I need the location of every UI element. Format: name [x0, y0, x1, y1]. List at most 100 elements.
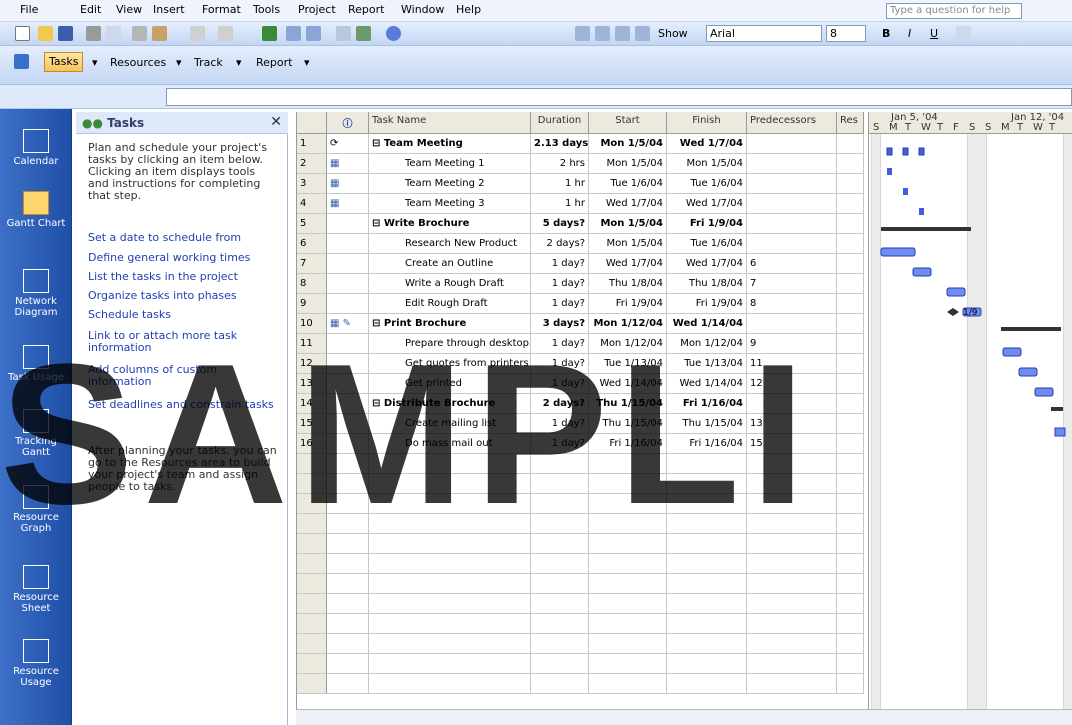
finish-cell[interactable]: Mon 1/5/04 [667, 154, 747, 174]
resource-cell[interactable] [837, 354, 864, 374]
indicator-cell[interactable] [327, 594, 369, 614]
predecessors-cell[interactable] [747, 494, 837, 514]
indicator-cell[interactable] [327, 574, 369, 594]
finish-cell[interactable]: Tue 1/6/04 [667, 174, 747, 194]
predecessors-cell[interactable] [747, 514, 837, 534]
indicator-cell[interactable] [327, 634, 369, 654]
finish-cell[interactable] [667, 634, 747, 654]
resource-cell[interactable] [837, 554, 864, 574]
duration-cell[interactable] [531, 514, 589, 534]
row-number[interactable] [297, 634, 327, 654]
predecessors-cell[interactable] [747, 554, 837, 574]
finish-header[interactable]: Finish [667, 112, 747, 134]
start-cell[interactable]: Fri 1/9/04 [589, 294, 667, 314]
duration-cell[interactable] [531, 654, 589, 674]
indicator-cell[interactable] [327, 254, 369, 274]
redo-icon[interactable] [218, 26, 233, 41]
task-name-cell[interactable] [369, 574, 531, 594]
duration-cell[interactable] [531, 554, 589, 574]
row-number[interactable]: 11 [297, 334, 327, 354]
duration-cell[interactable] [531, 614, 589, 634]
predecessors-cell[interactable]: 7 [747, 274, 837, 294]
indicator-cell[interactable] [327, 234, 369, 254]
menu-tools[interactable]: Tools [253, 3, 280, 16]
nav-arrows-icon[interactable]: ●● [82, 116, 103, 130]
row-number[interactable] [297, 494, 327, 514]
indicator-cell[interactable]: ▦ [327, 174, 369, 194]
predecessors-cell[interactable] [747, 574, 837, 594]
dropdown-arrow-icon[interactable]: ▾ [176, 56, 182, 69]
finish-cell[interactable] [667, 574, 747, 594]
view-network-diagram[interactable]: Network Diagram [0, 269, 72, 318]
task-name-cell[interactable]: ⊟ Print Brochure [369, 314, 531, 334]
collapse-icon[interactable]: ⊟ [372, 318, 384, 329]
task-name-cell[interactable]: Research New Product [369, 234, 531, 254]
start-cell[interactable]: Fri 1/16/04 [589, 434, 667, 454]
duration-header[interactable]: Duration [531, 112, 589, 134]
duration-cell[interactable] [531, 494, 589, 514]
start-cell[interactable]: Mon 1/5/04 [589, 234, 667, 254]
start-cell[interactable] [589, 534, 667, 554]
open-icon[interactable] [38, 26, 53, 41]
duration-cell[interactable]: 2 days? [531, 234, 589, 254]
predecessors-cell[interactable]: 13 [747, 414, 837, 434]
indicator-cell[interactable]: ▦ ✎ [327, 314, 369, 334]
task-name-cell[interactable] [369, 494, 531, 514]
link-list-tasks[interactable]: List the tasks in the project [88, 271, 278, 283]
resource-cell[interactable] [837, 434, 864, 454]
indicator-cell[interactable] [327, 654, 369, 674]
task-name-cell[interactable] [369, 654, 531, 674]
finish-cell[interactable]: Wed 1/14/04 [667, 314, 747, 334]
indicator-cell[interactable] [327, 674, 369, 694]
task-name-cell[interactable]: Team Meeting 3 [369, 194, 531, 214]
indicator-cell[interactable]: ⟳ [327, 134, 369, 154]
task-name-cell[interactable]: Create mailing list [369, 414, 531, 434]
indicator-cell[interactable] [327, 434, 369, 454]
dropdown-arrow-icon[interactable]: ▾ [92, 56, 98, 69]
resource-cell[interactable] [837, 274, 864, 294]
collapse-icon[interactable] [635, 26, 650, 41]
duration-cell[interactable]: 5 days? [531, 214, 589, 234]
finish-cell[interactable] [667, 614, 747, 634]
row-number[interactable] [297, 534, 327, 554]
duration-cell[interactable]: 2 days? [531, 394, 589, 414]
resource-cell[interactable] [837, 254, 864, 274]
start-cell[interactable] [589, 514, 667, 534]
predecessors-cell[interactable] [747, 634, 837, 654]
start-cell[interactable]: Thu 1/8/04 [589, 274, 667, 294]
start-cell[interactable]: Mon 1/12/04 [589, 334, 667, 354]
predecessors-header[interactable]: Predecessors [747, 112, 837, 134]
italic-button[interactable]: I [908, 27, 911, 40]
finish-cell[interactable]: Tue 1/13/04 [667, 354, 747, 374]
indicators-header[interactable]: ⓘ [327, 112, 369, 134]
start-cell[interactable]: Mon 1/5/04 [589, 214, 667, 234]
finish-cell[interactable]: Mon 1/12/04 [667, 334, 747, 354]
task-name-cell[interactable] [369, 594, 531, 614]
select-all-corner[interactable] [297, 112, 327, 134]
duration-cell[interactable] [531, 534, 589, 554]
predecessors-cell[interactable] [747, 154, 837, 174]
duration-cell[interactable]: 1 day? [531, 434, 589, 454]
row-number[interactable] [297, 454, 327, 474]
resources-guide-button[interactable]: Resources [110, 56, 166, 69]
indicator-cell[interactable] [327, 274, 369, 294]
predecessors-cell[interactable] [747, 674, 837, 694]
indicator-cell[interactable] [327, 294, 369, 314]
print-icon[interactable] [86, 26, 101, 41]
row-number[interactable] [297, 594, 327, 614]
link-organize-phases[interactable]: Organize tasks into phases [88, 290, 278, 302]
duration-cell[interactable] [531, 454, 589, 474]
task-name-cell[interactable]: ⊟ Team Meeting [369, 134, 531, 154]
resource-cell[interactable] [837, 534, 864, 554]
resource-cell[interactable] [837, 314, 864, 334]
start-cell[interactable]: Tue 1/6/04 [589, 174, 667, 194]
task-name-cell[interactable]: ⊟ Distribute Brochure [369, 394, 531, 414]
view-gantt-chart[interactable]: Gantt Chart [0, 191, 72, 229]
task-info-icon[interactable] [336, 26, 351, 41]
start-cell[interactable]: Tue 1/13/04 [589, 354, 667, 374]
start-cell[interactable] [589, 634, 667, 654]
row-number[interactable] [297, 654, 327, 674]
predecessors-cell[interactable] [747, 214, 837, 234]
undo-icon[interactable] [190, 26, 205, 41]
menu-insert[interactable]: Insert [153, 3, 185, 16]
